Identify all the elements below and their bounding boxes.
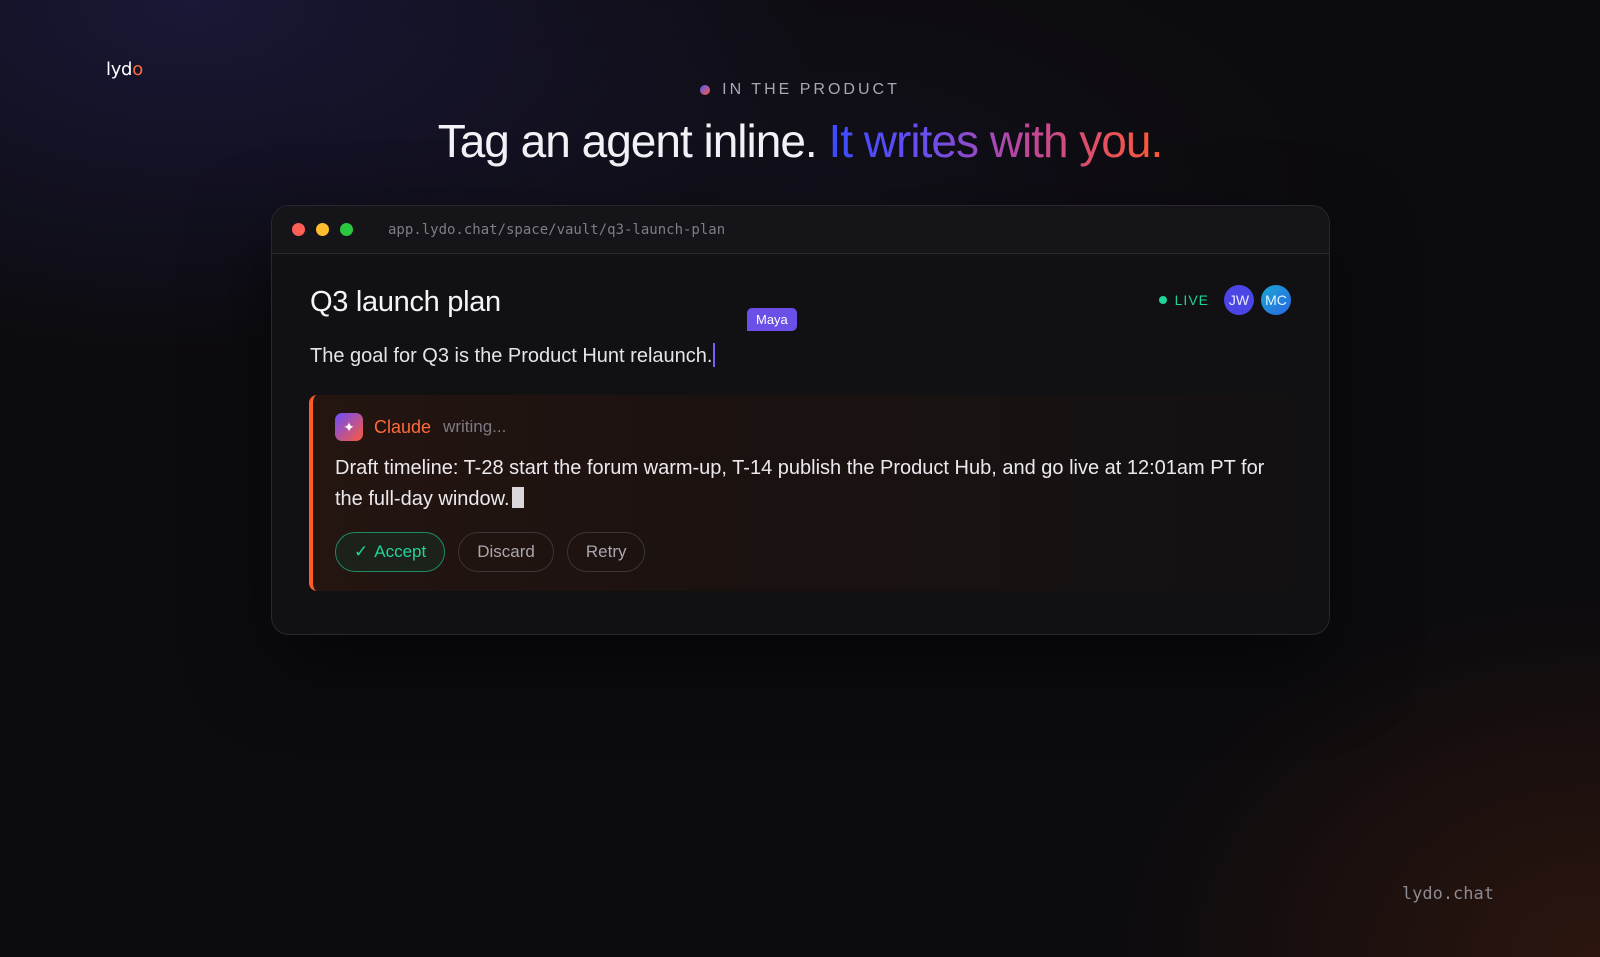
eyebrow-dot-icon [700,85,711,95]
accept-label: Accept [374,542,427,561]
document-body[interactable]: The goal for Q3 is the Product Hunt rela… [310,308,797,368]
agent-status: writing... [443,417,507,436]
paragraph[interactable]: The goal for Q3 is the Product Hunt rela… [310,308,797,368]
agent-name: Claude [374,416,432,437]
avatar[interactable]: JW [1224,285,1254,315]
live-status-icon [1158,296,1167,304]
minimize-window-icon[interactable] [316,223,329,236]
collaborator-caret [713,343,716,367]
typing-cursor [511,487,524,508]
paragraph-text: The goal for Q3 is the Product Hunt rela… [310,345,713,367]
section-eyebrow: IN THE PRODUCT [0,81,1600,99]
address-bar-url[interactable]: app.lydo.chat/space/vault/q3-launch-plan [388,222,725,238]
live-label: LIVE [1174,292,1209,308]
discard-button[interactable]: Discard [458,532,554,572]
retry-button[interactable]: Retry [566,532,646,572]
window-titlebar: app.lydo.chat/space/vault/q3-launch-plan [272,206,1329,254]
footer-url[interactable]: lydo.chat [1402,884,1494,904]
agent-actions: ✓ Accept Discard Retry [335,532,646,572]
headline-plain: Tag an agent inline. [437,115,818,167]
collaborator-cursor-label: Maya [747,308,797,331]
app-window: app.lydo.chat/space/vault/q3-launch-plan… [271,205,1330,635]
agent-header: ✦ Claude writing... [335,413,506,441]
sparkle-icon: ✦ [335,413,363,441]
close-window-icon[interactable] [292,223,305,236]
logo-accent-o: o [132,59,143,80]
check-icon: ✓ [354,542,369,561]
document-title[interactable]: Q3 launch plan [310,286,501,319]
avatar[interactable]: MC [1261,285,1291,315]
agent-draft-content: Draft timeline: T-28 start the forum war… [335,457,1265,510]
agent-draft-text: Draft timeline: T-28 start the forum war… [335,453,1275,515]
headline-gradient: It writes with you. [828,115,1163,167]
maximize-window-icon[interactable] [340,223,353,236]
eyebrow-label: IN THE PRODUCT [722,81,900,98]
accept-button[interactable]: ✓ Accept [335,532,446,572]
agent-suggestion-card: ✦ Claude writing... Draft timeline: T-28… [309,395,1293,591]
brand-logo[interactable]: lydo [106,59,143,80]
logo-text: lyd [106,59,133,80]
presence-indicator: LIVE JW MC [1158,285,1291,315]
hero-headline: Tag an agent inline. It writes with you. [0,114,1600,168]
